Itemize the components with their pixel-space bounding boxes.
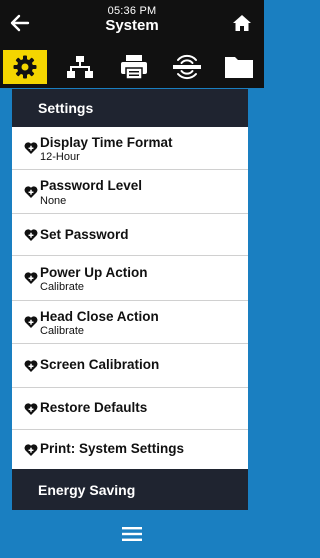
favorite-heart-icon[interactable] [24,271,38,285]
tab-print[interactable] [111,50,157,84]
bottom-bar [0,510,264,558]
item-value: Calibrate [40,281,85,293]
favorite-heart-icon[interactable] [24,359,38,373]
section-header-settings: Settings [12,89,248,127]
wireless-sensor-icon [173,54,201,80]
list-item-power-up-action[interactable]: Power Up Action Calibrate [12,255,248,300]
favorite-heart-icon[interactable] [24,185,38,199]
system-screen: 05:36 PM System Settings Display Time Fo… [0,0,264,558]
list-item-display-time-format[interactable]: Display Time Format 12-Hour [12,127,248,169]
tab-storage[interactable] [217,50,261,84]
hamburger-menu-icon[interactable] [122,527,142,541]
list-item-password-level[interactable]: Password Level None [12,169,248,213]
favorite-heart-icon[interactable] [24,315,38,329]
favorite-heart-icon[interactable] [24,443,38,457]
tab-settings[interactable] [3,50,47,84]
item-label: Password Level [40,178,143,193]
page-title: System [105,17,159,34]
folder-icon [225,57,253,78]
section-header-energy-saving[interactable]: Energy Saving [12,469,248,510]
printer-icon [121,55,147,80]
list-item-screen-calibration[interactable]: Screen Calibration [12,343,248,387]
back-button[interactable] [6,9,34,37]
item-label: Set Password [40,227,129,242]
gear-icon [13,55,37,79]
category-tabs [0,46,264,88]
list-item-head-close-action[interactable]: Head Close Action Calibrate [12,300,248,343]
favorite-heart-icon[interactable] [24,402,38,416]
top-bar: 05:36 PM System [0,0,264,46]
item-value: None [40,195,67,207]
item-label: Print: System Settings [40,441,185,456]
item-value: 12-Hour [40,151,80,163]
tab-network[interactable] [57,50,103,84]
list-item-restore-defaults[interactable]: Restore Defaults [12,387,248,429]
list-item-print-system-settings[interactable]: Print: System Settings [12,429,248,469]
tab-sensor[interactable] [165,50,209,84]
title-block: 05:36 PM System [60,5,204,35]
settings-list: Settings Display Time Format 12-Hour Pas… [12,89,248,510]
item-label: Head Close Action [40,309,159,324]
list-item-set-password[interactable]: Set Password [12,213,248,255]
item-value: Calibrate [40,325,85,337]
item-label: Display Time Format [40,135,173,150]
item-label: Restore Defaults [40,400,148,415]
home-icon [233,15,251,31]
home-button[interactable] [228,9,256,37]
back-arrow-icon [10,14,30,32]
item-label: Power Up Action [40,265,148,280]
favorite-heart-icon[interactable] [24,228,38,242]
network-icon [67,56,93,78]
favorite-heart-icon[interactable] [24,141,38,155]
item-label: Screen Calibration [40,357,160,372]
clock: 05:36 PM [107,5,157,17]
